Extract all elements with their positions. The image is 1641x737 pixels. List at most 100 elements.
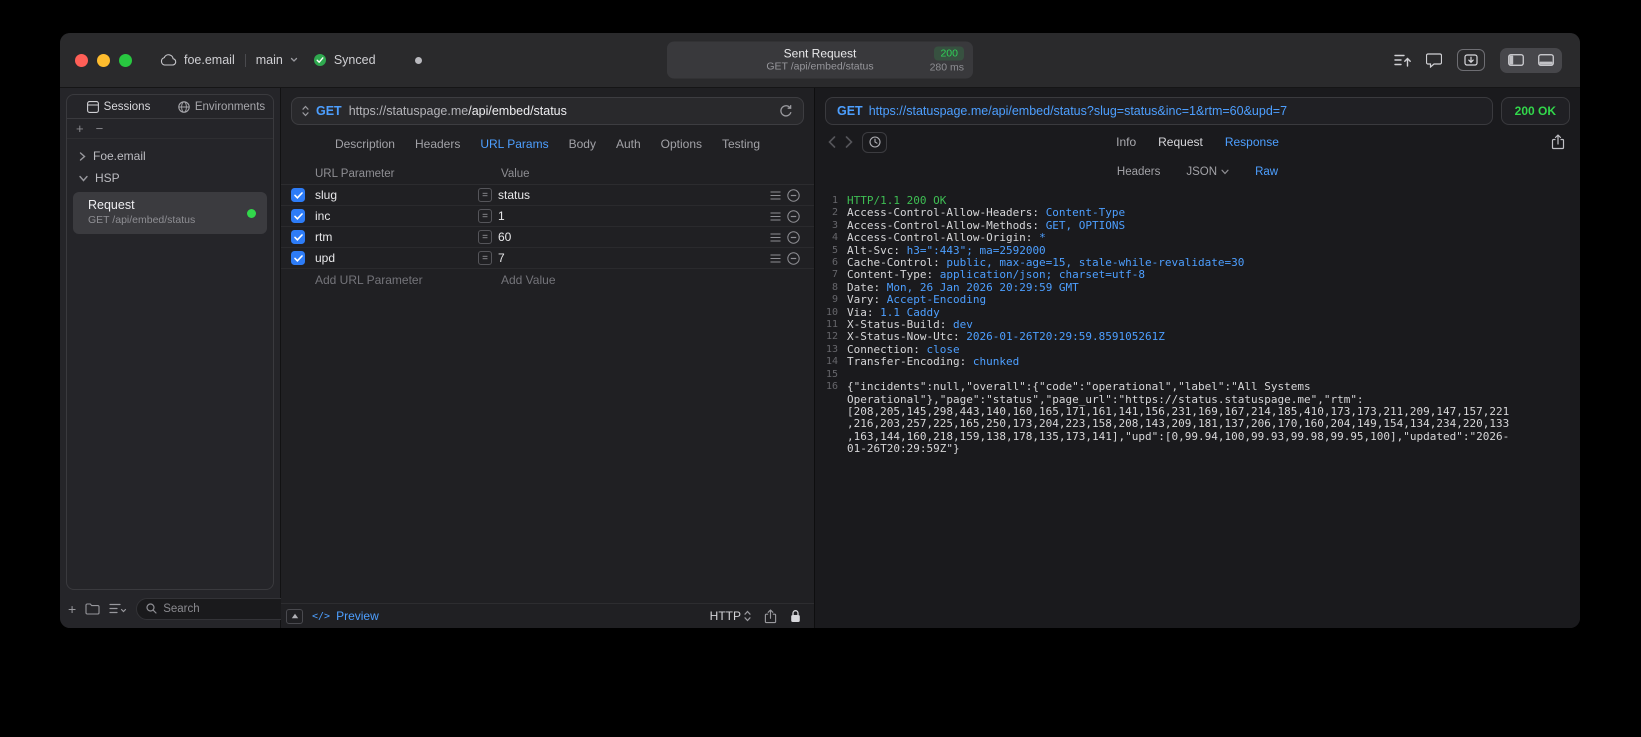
import-export-icon[interactable] xyxy=(1457,49,1485,71)
row-menu-icon[interactable] xyxy=(766,233,784,242)
tab-url-params[interactable]: URL Params xyxy=(480,137,548,151)
url-params-table: URL Parameter Value slug = status inc = 1 xyxy=(281,163,814,603)
param-name[interactable]: inc xyxy=(315,209,478,223)
subtab-raw[interactable]: Raw xyxy=(1255,166,1278,178)
response-request-line[interactable]: GET https://statuspage.me/api/embed/stat… xyxy=(825,97,1493,125)
protocol-label: HTTP xyxy=(709,609,741,623)
add-session-button[interactable]: + xyxy=(76,122,84,135)
url-host: https://statuspage.me xyxy=(348,104,469,118)
history-clock-icon[interactable] xyxy=(862,131,887,153)
sent-request-pill[interactable]: Sent Request GET /api/embed/status 200 2… xyxy=(667,41,973,79)
line-number: 11 xyxy=(825,319,838,331)
add-url-parameter-field[interactable]: Add URL Parameter xyxy=(315,273,478,287)
request-list-item-selected[interactable]: Request GET /api/embed/status xyxy=(73,192,267,234)
line-number: 1 xyxy=(831,195,838,206)
new-folder-icon[interactable] xyxy=(85,602,100,615)
remove-row-icon[interactable] xyxy=(784,230,802,244)
code-text: Vary: Accept-Encoding xyxy=(847,293,987,307)
remove-row-icon[interactable] xyxy=(784,188,802,202)
chevron-down-icon xyxy=(290,56,298,64)
comment-icon[interactable] xyxy=(1426,52,1442,68)
request-item-subtitle: GET /api/embed/status xyxy=(88,214,196,226)
pill-request-line: GET /api/embed/status xyxy=(766,60,874,73)
add-item-button[interactable]: + xyxy=(68,602,76,616)
sidebar-footer: + xyxy=(66,597,328,620)
row-menu-icon[interactable] xyxy=(766,212,784,221)
param-checkbox[interactable] xyxy=(291,230,305,244)
param-value[interactable]: 7 xyxy=(498,251,505,265)
response-code[interactable]: 1 HTTP/1.1 200 OK 2 Access-Control-Allow-He… xyxy=(815,185,1580,628)
tab-sessions[interactable]: Sessions xyxy=(67,95,170,118)
tab-options[interactable]: Options xyxy=(661,137,702,151)
preview-button[interactable]: </> Preview xyxy=(312,609,379,623)
sort-list-icon[interactable] xyxy=(109,603,127,614)
tab-testing[interactable]: Testing xyxy=(722,137,760,151)
param-name[interactable]: rtm xyxy=(315,230,478,244)
tree-item-foe-email[interactable]: Foe.email xyxy=(71,145,269,167)
line-number: 12 xyxy=(825,331,838,343)
collapse-panel-icon[interactable] xyxy=(286,608,303,624)
param-name[interactable]: upd xyxy=(315,251,478,265)
request-success-dot xyxy=(247,208,256,218)
tab-body[interactable]: Body xyxy=(569,137,596,151)
share-icon[interactable] xyxy=(764,608,777,624)
tab-auth[interactable]: Auth xyxy=(616,137,641,151)
param-value[interactable]: status xyxy=(498,188,530,202)
project-name[interactable]: foe.email xyxy=(184,53,235,67)
tab-sessions-label: Sessions xyxy=(103,100,151,113)
line-number: 16 xyxy=(825,381,838,393)
forward-icon[interactable] xyxy=(845,136,853,148)
subtab-headers[interactable]: Headers xyxy=(1117,166,1160,178)
line-number: 8 xyxy=(831,281,838,293)
remove-row-icon[interactable] xyxy=(784,209,802,223)
equals-icon: = xyxy=(478,251,492,265)
remove-row-icon[interactable] xyxy=(784,251,802,265)
param-checkbox[interactable] xyxy=(291,209,305,223)
code-text: {"incidents":null,"overall":{"code":"ope… xyxy=(847,380,1510,456)
minimize-window-button[interactable] xyxy=(97,53,110,67)
row-menu-icon[interactable] xyxy=(766,191,784,200)
line-number: 3 xyxy=(831,219,838,231)
remove-session-button[interactable]: − xyxy=(96,122,104,135)
tab-request[interactable]: Request xyxy=(1158,135,1203,149)
code-text: Transfer-Encoding: chunked xyxy=(847,355,1020,369)
param-name[interactable]: slug xyxy=(315,188,478,202)
layout-toggle-group xyxy=(1500,47,1562,73)
back-icon[interactable] xyxy=(828,136,836,148)
param-row-slug: slug = status xyxy=(281,185,814,206)
request-url-bar[interactable]: GET https://statuspage.me/api/embed/stat… xyxy=(291,97,804,125)
tab-environments[interactable]: Environments xyxy=(170,95,273,118)
add-value-field[interactable]: Add Value xyxy=(478,273,802,287)
subtab-json[interactable]: JSON xyxy=(1186,166,1229,178)
session-actions: + − xyxy=(67,119,273,139)
tab-description[interactable]: Description xyxy=(335,137,395,151)
line-number: 2 xyxy=(831,207,838,219)
request-queue-icon[interactable] xyxy=(1394,53,1411,67)
request-method[interactable]: GET xyxy=(316,104,342,118)
export-share-icon[interactable] xyxy=(1551,134,1565,150)
lock-icon[interactable] xyxy=(790,609,801,623)
branch-name[interactable]: main xyxy=(256,53,283,67)
close-window-button[interactable] xyxy=(75,53,88,67)
resend-request-icon[interactable] xyxy=(779,104,793,118)
param-value[interactable]: 60 xyxy=(498,230,511,244)
param-checkbox[interactable] xyxy=(291,251,305,265)
tab-headers[interactable]: Headers xyxy=(415,137,460,151)
sessions-panel: Sessions Environments + − Foe.email HSP … xyxy=(66,94,274,590)
request-footer: </> Preview HTTP xyxy=(281,603,814,628)
param-value[interactable]: 1 xyxy=(498,209,505,223)
response-subtabs: Headers JSON Raw xyxy=(815,159,1580,185)
param-checkbox[interactable] xyxy=(291,188,305,202)
request-url[interactable]: https://statuspage.me/api/embed/status xyxy=(349,104,567,118)
response-status-badge: 200 OK xyxy=(1500,97,1570,125)
method-selector-icon[interactable] xyxy=(302,105,309,117)
toggle-bottom-panel-button[interactable] xyxy=(1532,50,1560,71)
tab-info[interactable]: Info xyxy=(1116,135,1136,149)
protocol-selector[interactable]: HTTP xyxy=(710,609,751,623)
row-menu-icon[interactable] xyxy=(766,254,784,263)
toggle-sidebar-button[interactable] xyxy=(1502,50,1530,71)
tab-response[interactable]: Response xyxy=(1225,135,1279,149)
zoom-window-button[interactable] xyxy=(119,53,132,67)
titlebar-toolbar xyxy=(1394,47,1562,73)
tree-item-hsp[interactable]: HSP xyxy=(71,167,269,189)
